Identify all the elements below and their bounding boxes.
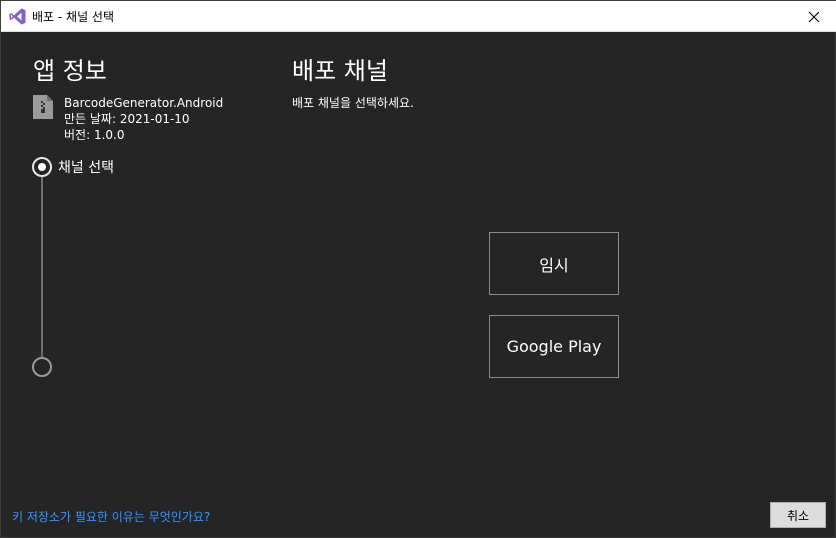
app-info-heading: 앱 정보 <box>33 57 107 85</box>
zip-file-icon <box>33 95 53 119</box>
close-button[interactable] <box>791 1 836 32</box>
step-connector <box>41 177 43 357</box>
app-name: BarcodeGenerator.Android <box>64 96 224 110</box>
title-bar: 배포 - 채널 선택 <box>1 1 836 32</box>
step-label-select-channel: 채널 선택 <box>58 160 114 176</box>
channel-heading: 배포 채널 <box>292 57 388 85</box>
created-date: 만든 날짜: 2021-01-10 <box>64 112 190 126</box>
app-meta: BarcodeGenerator.Android 만든 날짜: 2021-01-… <box>64 95 223 143</box>
close-icon <box>808 11 820 22</box>
step-indicator-next <box>32 357 52 377</box>
google-play-channel-button[interactable]: Google Play <box>489 315 619 378</box>
deploy-dialog: 배포 - 채널 선택 앱 정보 BarcodeGenerator.Android… <box>0 0 836 538</box>
window-title: 배포 - 채널 선택 <box>32 10 115 24</box>
cancel-button[interactable]: 취소 <box>770 502 826 528</box>
channel-subtitle: 배포 채널을 선택하세요. <box>292 96 414 110</box>
step-active-dot <box>38 163 46 171</box>
visual-studio-logo-icon <box>9 8 26 25</box>
adhoc-channel-button[interactable]: 임시 <box>489 232 619 295</box>
app-version: 버전: 1.0.0 <box>64 128 125 142</box>
keystore-help-link[interactable]: 키 저장소가 필요한 이유는 무엇인가요? <box>12 508 210 525</box>
step-indicator-select-channel <box>32 157 52 177</box>
